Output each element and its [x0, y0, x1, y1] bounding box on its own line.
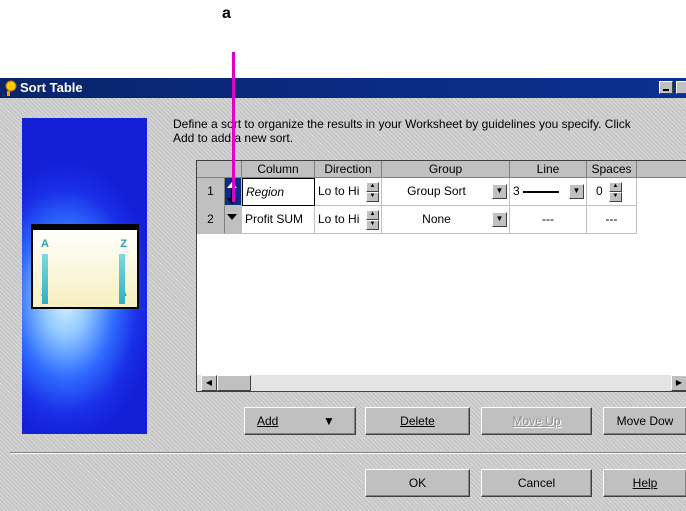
- app-icon: [5, 80, 17, 96]
- group-value: None: [422, 212, 451, 226]
- header-column[interactable]: Column: [242, 161, 315, 178]
- chevron-down-icon: ▼: [323, 414, 335, 428]
- art-letter: A: [41, 238, 49, 250]
- cell-spaces[interactable]: 0 ▲ ▼: [587, 178, 637, 206]
- direction-value: Lo to Hi: [318, 184, 360, 198]
- help-button[interactable]: Help: [603, 469, 686, 497]
- cell-column[interactable]: Region: [242, 178, 315, 206]
- row-number[interactable]: 1: [197, 178, 225, 206]
- callout-pointer-line: [232, 52, 235, 202]
- cell-direction[interactable]: Lo to Hi ▲ ▼: [315, 206, 382, 234]
- cell-direction[interactable]: Lo to Hi ▲ ▼: [315, 178, 382, 206]
- cell-group[interactable]: None ▼: [382, 206, 510, 234]
- add-button[interactable]: Add ▼: [244, 407, 356, 435]
- spaces-value: 0: [596, 184, 603, 198]
- direction-spinner[interactable]: ▲ ▼: [366, 210, 379, 230]
- spaces-spinner[interactable]: ▲ ▼: [609, 182, 622, 202]
- chevron-down-icon[interactable]: ▼: [569, 184, 584, 199]
- header-line[interactable]: Line: [510, 161, 587, 178]
- window-title: Sort Table: [20, 80, 83, 95]
- add-label: Add: [257, 414, 279, 428]
- row-move-handle[interactable]: [225, 206, 242, 234]
- art-letter: Z: [120, 238, 127, 250]
- minimize-icon: [663, 89, 669, 91]
- chevron-down-icon[interactable]: ▼: [492, 184, 507, 199]
- move-down-button[interactable]: Move Dow: [603, 407, 686, 435]
- header-corner: [197, 161, 242, 178]
- cell-spaces[interactable]: ---: [587, 206, 637, 234]
- cancel-button[interactable]: Cancel: [481, 469, 592, 497]
- delete-button[interactable]: Delete: [365, 407, 470, 435]
- scroll-left-icon[interactable]: ◀: [201, 375, 217, 391]
- cell-line[interactable]: 3 ▼: [510, 178, 587, 206]
- direction-spinner[interactable]: ▲ ▼: [366, 182, 379, 202]
- sort-illustration: A Z Z A: [22, 118, 147, 434]
- header-spaces[interactable]: Spaces: [587, 161, 637, 178]
- horizontal-scrollbar[interactable]: ◀ ▶: [197, 375, 686, 391]
- line-value: 3: [513, 184, 520, 198]
- scroll-right-icon[interactable]: ▶: [671, 375, 686, 391]
- line-style-sample: [523, 191, 559, 193]
- header-direction[interactable]: Direction: [315, 161, 382, 178]
- cell-group[interactable]: Group Sort ▼: [382, 178, 510, 206]
- sheet-graphic: A Z Z A: [31, 224, 139, 309]
- cell-column[interactable]: Profit SUM: [242, 206, 315, 234]
- separator: [10, 452, 686, 454]
- description-text: Define a sort to organize the results in…: [173, 117, 631, 145]
- minimize-button[interactable]: [659, 81, 673, 94]
- group-value: Group Sort: [407, 184, 466, 198]
- scroll-thumb[interactable]: [217, 375, 251, 391]
- down-arrow-icon: [42, 254, 48, 304]
- sort-table-dialog: Sort Table A Z Z A Define a sort to orga…: [0, 78, 686, 511]
- header-group[interactable]: Group: [382, 161, 510, 178]
- callout-label: a: [222, 5, 231, 22]
- title-bar[interactable]: Sort Table: [0, 78, 686, 98]
- move-up-button[interactable]: Move Up: [481, 407, 592, 435]
- direction-value: Lo to Hi: [318, 212, 360, 226]
- chevron-down-icon[interactable]: ▼: [492, 212, 507, 227]
- cell-line[interactable]: ---: [510, 206, 587, 234]
- up-arrow-icon: [119, 254, 125, 304]
- ok-button[interactable]: OK: [365, 469, 470, 497]
- row-number[interactable]: 2: [197, 206, 225, 234]
- close-button[interactable]: [676, 81, 686, 94]
- down-arrow-icon: [227, 214, 237, 220]
- sort-grid: Column Direction Group Line Spaces 1 Reg…: [196, 160, 686, 392]
